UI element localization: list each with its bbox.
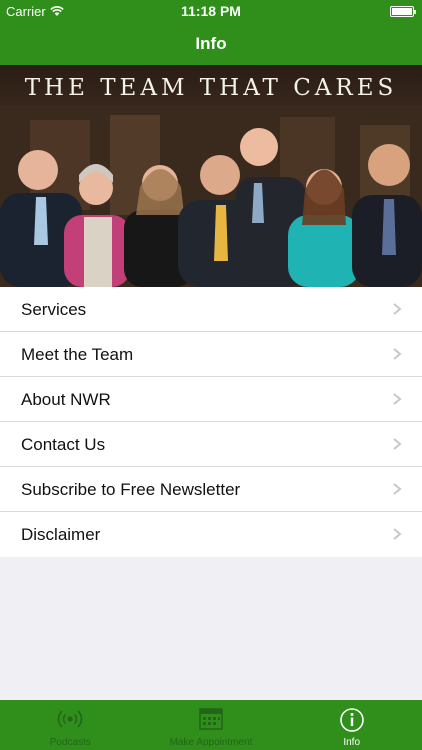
menu-item-label: Contact Us	[21, 435, 106, 454]
menu-item-label: Disclaimer	[21, 525, 101, 544]
banner-title: THE TEAM THAT CARES	[24, 75, 398, 101]
menu-item-label: Meet the Team	[21, 345, 134, 364]
tab-make-appointment[interactable]: Make Appointment	[141, 700, 282, 750]
chevron-right-icon	[393, 303, 402, 315]
chevron-right-icon	[393, 438, 402, 450]
menu-item-label: Subscribe to Free Newsletter	[21, 480, 241, 499]
status-bar: Carrier 11:18 PM	[0, 0, 422, 22]
tab-podcasts[interactable]: Podcasts	[0, 700, 141, 750]
tab-info[interactable]: Info	[281, 700, 422, 750]
tab-label: Make Appointment	[169, 737, 253, 748]
menu-item-label: About NWR	[21, 390, 111, 409]
chevron-right-icon	[393, 393, 402, 405]
info-menu-list: Services Meet the Team About NWR Contact…	[0, 287, 422, 557]
team-banner-image: THE TEAM THAT CARES	[0, 65, 422, 287]
chevron-right-icon	[393, 348, 402, 360]
menu-item-subscribe-newsletter[interactable]: Subscribe to Free Newsletter	[0, 467, 422, 512]
calendar-icon	[199, 708, 223, 730]
navigation-bar: Info	[0, 22, 422, 65]
chevron-right-icon	[393, 483, 402, 495]
info-icon	[339, 708, 364, 732]
menu-item-services[interactable]: Services	[0, 287, 422, 332]
battery-icon	[390, 6, 416, 17]
podcast-icon	[58, 710, 83, 728]
menu-item-meet-the-team[interactable]: Meet the Team	[0, 332, 422, 377]
tab-bar: Podcasts Make Appointment Info	[0, 700, 422, 750]
tab-label: Info	[343, 737, 361, 748]
menu-item-contact-us[interactable]: Contact Us	[0, 422, 422, 467]
menu-item-disclaimer[interactable]: Disclaimer	[0, 512, 422, 557]
status-time: 11:18 PM	[181, 3, 241, 19]
menu-item-label: Services	[21, 300, 87, 319]
tab-label: Podcasts	[49, 737, 91, 748]
page-title: Info	[195, 34, 227, 53]
chevron-right-icon	[393, 528, 402, 540]
menu-item-about-nwr[interactable]: About NWR	[0, 377, 422, 422]
